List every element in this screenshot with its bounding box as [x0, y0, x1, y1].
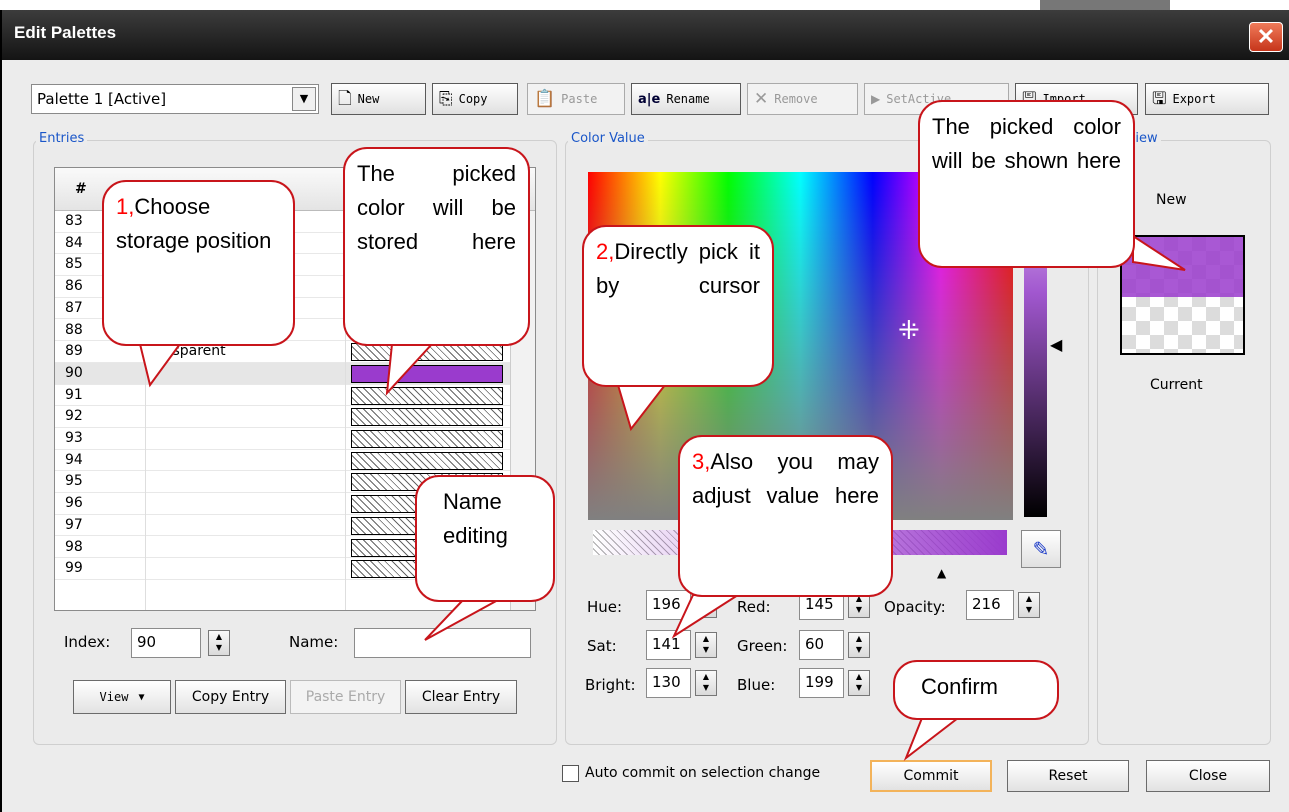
tail-confirm	[903, 717, 961, 762]
callout-pick-by-cursor: 2,Directly pick it by cursor	[582, 225, 774, 387]
callout-step-number: 3,	[692, 449, 711, 474]
tail-stored-here	[385, 343, 435, 396]
callout-text: Choose storage position	[116, 194, 272, 253]
callout-text: Confirm	[921, 674, 999, 699]
callout-text: The picked color will be stored here	[357, 161, 516, 254]
callout-choose-position: 1,Choose storage position	[102, 180, 295, 346]
tail-choose-position	[138, 343, 182, 388]
callout-adjust-value: 3,Also you may adjust value here	[678, 435, 893, 597]
callout-confirm: Confirm	[893, 660, 1059, 720]
callout-stored-here: The picked color will be stored here	[343, 147, 530, 346]
callout-name-editing: Name editing	[415, 475, 555, 602]
tail-shown-here	[1132, 234, 1186, 271]
callout-text: Directly pick it by cursor	[596, 239, 760, 298]
callout-step-number: 1,	[116, 194, 135, 219]
tail-adjust-value	[671, 594, 742, 639]
callout-shown-here: The picked color will be shown here	[918, 100, 1135, 268]
callout-step-number: 2,	[596, 239, 615, 264]
callout-text: The picked color will be shown here	[932, 114, 1121, 173]
tail-name-editing	[424, 599, 499, 641]
callout-text: Name editing	[443, 489, 508, 548]
tail-pick-by-cursor	[616, 384, 668, 432]
callout-text: Also you may adjust value here	[692, 449, 879, 508]
